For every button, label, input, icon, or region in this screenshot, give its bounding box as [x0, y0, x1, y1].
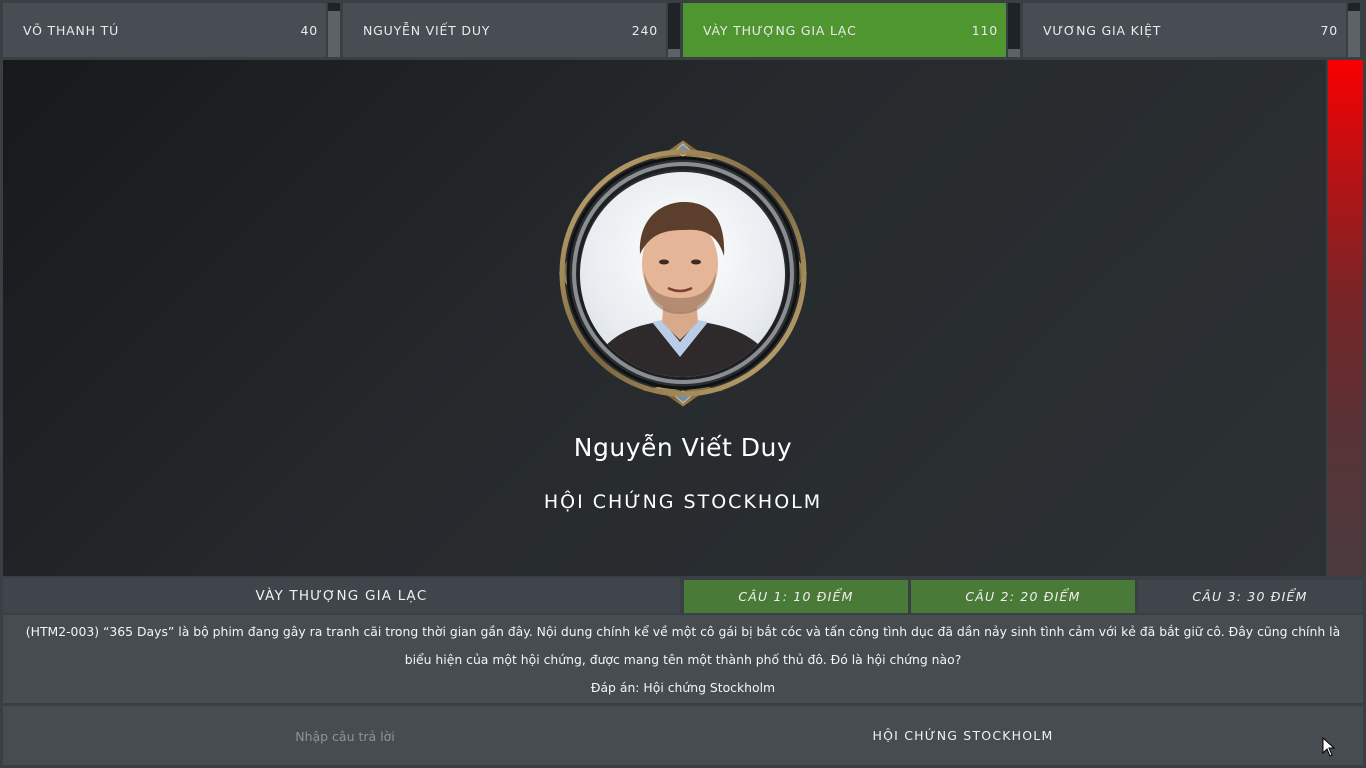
- featured-answer: HỘI CHỨNG STOCKHOLM: [543, 491, 823, 513]
- answer-key: Đáp án: Hội chứng Stockholm: [590, 680, 776, 695]
- avatar-illustration: [590, 202, 780, 377]
- player-name: VƯƠNG GIA KIỆT: [1043, 22, 1162, 38]
- question-option-1-button[interactable]: CÂU 1: 10 ĐIỂM: [684, 580, 908, 613]
- player-score: 70: [1320, 22, 1338, 38]
- player-avatar: [580, 172, 785, 377]
- current-player-label: VÀY THƯỢNG GIA LẠC: [3, 578, 680, 613]
- question-option-2-button[interactable]: CÂU 2: 20 ĐIỂM: [911, 580, 1135, 613]
- player-name: VÕ THANH TÚ: [23, 22, 120, 38]
- timer-fill: [668, 3, 680, 49]
- question-panel: (HTM2-003) “365 Days” là bộ phim đang gâ…: [3, 615, 1363, 703]
- player-card-1[interactable]: VÕ THANH TÚ 40: [3, 3, 326, 57]
- mouse-cursor-icon: [1322, 737, 1336, 757]
- player-score: 110: [971, 22, 998, 38]
- player-card-2[interactable]: NGUYỄN VIẾT DUY 240: [343, 3, 666, 57]
- question-selector-bar: VÀY THƯỢNG GIA LẠC CÂU 1: 10 ĐIỂM CÂU 2:…: [0, 578, 1366, 613]
- player-card-3[interactable]: VÀY THƯỢNG GIA LẠC 110: [683, 3, 1006, 57]
- scoreboard: VÕ THANH TÚ 40 NGUYỄN VIẾT DUY 240 VÀY T…: [0, 0, 1366, 60]
- submitted-answer: HỘI CHỨNG STOCKHOLM: [872, 728, 1054, 743]
- timer-fill: [1348, 3, 1360, 12]
- player-name: VÀY THƯỢNG GIA LẠC: [703, 22, 857, 38]
- player-timer-bar-1: [328, 3, 340, 57]
- player-card-4[interactable]: VƯƠNG GIA KIỆT 70: [1023, 3, 1346, 57]
- featured-player-name: Nguyễn Viết Duy: [573, 433, 793, 462]
- player-name: NGUYỄN VIẾT DUY: [363, 22, 491, 38]
- player-timer-bar-3: [1008, 3, 1020, 57]
- player-score: 40: [300, 22, 318, 38]
- question-option-3-button[interactable]: CÂU 3: 30 ĐIỂM: [1138, 580, 1362, 613]
- question-text: (HTM2-003) “365 Days” là bộ phim đang gâ…: [25, 624, 1341, 667]
- player-timer-bar-4: [1348, 3, 1360, 57]
- answer-input-row: HỘI CHỨNG STOCKHOLM: [3, 706, 1363, 767]
- timer-fill: [1008, 3, 1020, 49]
- timer-fill: [328, 3, 340, 12]
- player-timer-bar-2: [668, 3, 680, 57]
- answer-input[interactable]: [3, 706, 687, 767]
- player-score: 240: [631, 22, 658, 38]
